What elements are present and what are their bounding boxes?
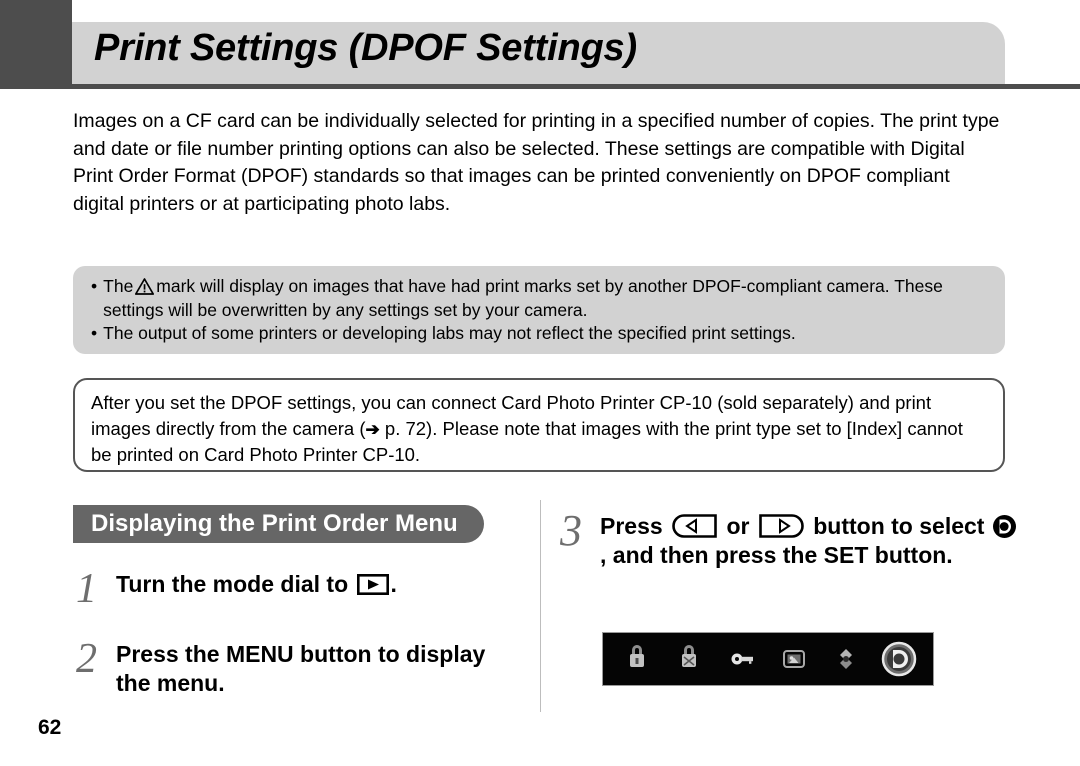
step-number: 2 xyxy=(76,636,97,682)
arrow-right-icon: ➔ xyxy=(365,419,380,439)
note-text-after-icon: mark will display on images that have ha… xyxy=(103,276,943,320)
print-order-icon xyxy=(992,514,1017,539)
warning-triangle-icon xyxy=(135,278,155,295)
bullet-glyph: • xyxy=(91,323,98,343)
note-item: • The output of some printers or develop… xyxy=(91,322,987,346)
protect-icon xyxy=(619,641,655,677)
left-arrow-button-icon xyxy=(672,514,717,538)
column-divider xyxy=(540,500,541,712)
cp10-info-text: After you set the DPOF settings, you can… xyxy=(91,390,987,468)
step-text-before-icon: Turn the mode dial to xyxy=(116,571,355,597)
bullet-glyph: • xyxy=(91,276,98,296)
playback-mode-icon xyxy=(356,573,389,595)
erase-all-icon xyxy=(671,641,707,677)
right-arrow-button-icon xyxy=(759,514,804,538)
step3-text-3: button to select xyxy=(806,513,991,539)
intro-paragraph: Images on a CF card can be individually … xyxy=(73,110,1000,215)
note-item-text: The mark will display on images that have… xyxy=(103,275,987,322)
note-item-text: The output of some printers or developin… xyxy=(103,323,796,343)
step-text-after-icon: . xyxy=(390,571,397,597)
step-number: 1 xyxy=(76,566,97,612)
slide-show-icon xyxy=(776,641,812,677)
note-item: • The mark will display on images that ha… xyxy=(91,275,987,322)
step3-text-4: , and then press the SET button. xyxy=(600,542,953,568)
step-number: 3 xyxy=(560,506,582,555)
step-text: Turn the mode dial to . xyxy=(116,570,397,599)
lcd-icon-row xyxy=(603,633,933,685)
step-2: 2 Press the MENU button to display the m… xyxy=(76,636,526,698)
transfer-order-icon xyxy=(828,641,864,677)
section-banner-label: Displaying the Print Order Menu xyxy=(91,510,458,537)
cp10-info-box: After you set the DPOF settings, you can… xyxy=(73,378,1005,472)
step3-text-2: or xyxy=(720,513,756,539)
section-banner: Displaying the Print Order Menu xyxy=(73,505,484,543)
header-divider-rule xyxy=(0,84,1080,89)
print-order-icon[interactable] xyxy=(881,641,917,677)
step-text: Press the MENU button to display the men… xyxy=(116,641,486,696)
step-3: 3 Press or button to select , and then p… xyxy=(560,506,1020,570)
key-icon xyxy=(724,641,760,677)
camera-lcd-menu-strip xyxy=(602,632,934,686)
step3-text-1: Press xyxy=(600,513,670,539)
page-number: 62 xyxy=(38,716,62,739)
note-text-before-icon: The xyxy=(103,276,134,296)
step-text: Press or button to select , and then pre… xyxy=(600,512,1020,570)
step-1: 1 Turn the mode dial to . xyxy=(76,566,526,612)
header-side-tab xyxy=(0,0,72,84)
page-title: Print Settings (DPOF Settings) xyxy=(94,27,637,69)
note-box: • The mark will display on images that ha… xyxy=(73,266,1005,354)
page-header: Print Settings (DPOF Settings) xyxy=(0,0,1080,92)
